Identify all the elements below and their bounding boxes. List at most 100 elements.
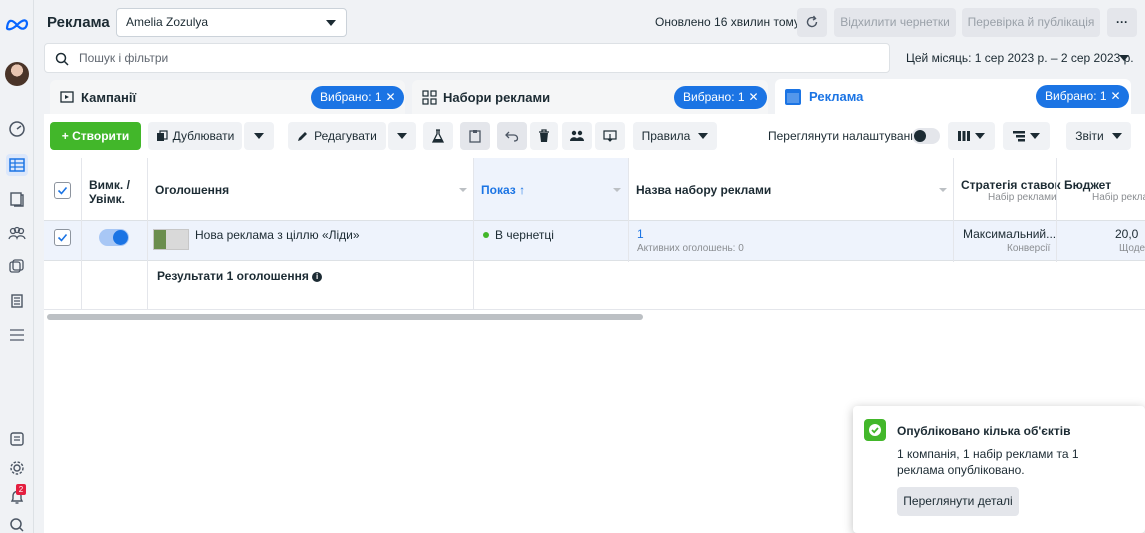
check-icon (57, 233, 68, 242)
close-icon[interactable]: ✕ (386, 86, 396, 109)
tab-ads[interactable]: Реклама Вибрано: 1 ✕ (775, 79, 1131, 114)
grid-icon (422, 90, 437, 105)
undo-button[interactable] (497, 122, 527, 150)
edit-button[interactable]: Редагувати (288, 122, 386, 150)
flask-icon (432, 129, 444, 143)
delivery-status: В чернетці (495, 228, 554, 242)
ad-on-off-switch[interactable] (99, 229, 129, 246)
news-icon[interactable] (6, 428, 28, 450)
ad-thumbnail (153, 229, 189, 250)
selected-pill[interactable]: Вибрано: 1 ✕ (311, 86, 404, 109)
ab-test-button[interactable] (423, 122, 453, 150)
meta-logo-icon[interactable] (4, 13, 30, 35)
duplicate-icon (156, 130, 168, 141)
reports-button[interactable]: Звіти (1066, 122, 1131, 150)
select-all-checkbox[interactable] (54, 182, 71, 199)
column-divider (953, 158, 954, 262)
search-icon (55, 52, 69, 66)
column-budget-subheader: Набір реклами (1092, 192, 1145, 203)
toast-title: Опубліковано кілька об'єктів (897, 424, 1071, 438)
last-updated-text: Оновлено 16 хвилин тому (655, 15, 800, 29)
info-icon[interactable]: i (312, 272, 323, 282)
view-settings-toggle[interactable] (912, 128, 940, 144)
toggle-knob (914, 130, 926, 142)
notification-badge: 2 (16, 484, 26, 495)
sort-caret-icon[interactable] (939, 188, 947, 192)
refresh-button[interactable] (797, 8, 827, 37)
table-row[interactable]: Нова реклама з ціллю «Ліди» В чернетці 1… (44, 221, 1145, 261)
chevron-down-icon (1119, 55, 1129, 61)
close-icon[interactable]: ✕ (749, 86, 759, 109)
pages-icon[interactable] (6, 188, 28, 210)
columns-button[interactable] (948, 122, 995, 150)
tab-adsets-label: Набори реклами (443, 90, 551, 105)
close-icon[interactable]: ✕ (1111, 85, 1121, 108)
row-checkbox[interactable] (54, 229, 71, 246)
more-button[interactable]: ··· (1107, 8, 1137, 37)
toast-message: 1 компанія, 1 набір реклами та 1 реклама… (897, 447, 1079, 477)
discard-drafts-button[interactable]: Відхилити чернетки (834, 8, 956, 37)
sort-caret-icon[interactable] (613, 188, 621, 192)
audience-icon[interactable] (6, 222, 28, 244)
review-publish-button[interactable]: Перевірка й публікація (962, 8, 1100, 37)
undo-icon (505, 131, 519, 142)
selected-pill[interactable]: Вибрано: 1 ✕ (1036, 85, 1129, 108)
chevron-down-icon (1111, 133, 1122, 139)
people-icon (570, 130, 584, 141)
ad-name[interactable]: Нова реклама з ціллю «Ліди» (195, 228, 360, 242)
results-summary: Результати 1 оголошення i (157, 269, 323, 283)
column-adset-header[interactable]: Назва набору реклами (636, 183, 896, 197)
adset-link[interactable]: 1 (637, 227, 644, 241)
top-header: Реклама Amelia Zozulya (1044986446189571… (34, 0, 1145, 56)
preview-icon (603, 130, 617, 142)
tab-adsets[interactable]: Набори реклами Вибрано: 1 ✕ (412, 80, 768, 114)
view-details-button[interactable]: Переглянути деталі (897, 487, 1019, 516)
delete-button[interactable] (530, 122, 558, 150)
column-ad-header[interactable]: Оголошення (155, 183, 355, 197)
date-range-picker[interactable]: Цей місяць: 1 сер 2023 р. – 2 сер 2023 р… (894, 43, 1139, 73)
audience-button[interactable] (562, 122, 592, 150)
gear-icon[interactable] (6, 457, 28, 479)
search-icon[interactable] (6, 514, 28, 533)
account-selector[interactable]: Amelia Zozulya (1044986446189571) (116, 8, 347, 56)
budget-sub: Щоде (1119, 243, 1145, 254)
chevron-down-icon (326, 20, 336, 26)
column-delivery-header[interactable]: Показ ↑ (481, 183, 601, 197)
catalog-icon[interactable] (6, 256, 28, 278)
duplicate-menu-button[interactable] (244, 122, 274, 150)
results-row: Результати 1 оголошення i (44, 262, 1145, 310)
create-button[interactable]: + Створити (50, 122, 141, 150)
preview-button[interactable] (595, 122, 625, 150)
column-bid-header[interactable]: Стратегія ставок (961, 178, 1061, 192)
column-budget-header[interactable]: Бюджет (1064, 178, 1124, 192)
duplicate-button[interactable]: Дублювати (148, 122, 242, 150)
menu-icon[interactable] (6, 324, 28, 346)
refresh-icon (806, 15, 818, 28)
billing-icon[interactable] (6, 290, 28, 312)
clipboard-button[interactable] (460, 122, 490, 150)
columns-icon (958, 131, 970, 141)
chevron-down-icon (397, 133, 407, 139)
breakdown-button[interactable] (1003, 122, 1050, 150)
selected-pill-label: Вибрано: 1 (1045, 89, 1107, 103)
folder-icon (60, 91, 74, 103)
selected-pill[interactable]: Вибрано: 1 ✕ (674, 86, 767, 109)
search-input[interactable] (79, 49, 859, 67)
sort-caret-icon[interactable] (459, 188, 467, 192)
chevron-down-icon (975, 133, 985, 139)
tab-campaigns[interactable]: Кампанії Вибрано: 1 ✕ (50, 80, 405, 114)
selected-pill-label: Вибрано: 1 (320, 90, 382, 104)
duplicate-label: Дублювати (172, 129, 235, 143)
search-bar (44, 43, 890, 73)
horizontal-scrollbar[interactable] (47, 314, 643, 320)
rules-button[interactable]: Правила (633, 122, 717, 150)
ads-table-icon[interactable] (6, 154, 28, 176)
budget-value: 20,0 (1115, 227, 1139, 241)
avatar[interactable] (5, 62, 29, 86)
gauge-icon[interactable] (6, 118, 28, 140)
chevron-down-icon (1030, 133, 1040, 139)
column-divider (81, 158, 82, 310)
column-toggle-header[interactable]: Вимк. / Увімк. (89, 178, 149, 206)
edit-menu-button[interactable] (388, 122, 416, 150)
pencil-icon (298, 132, 308, 141)
